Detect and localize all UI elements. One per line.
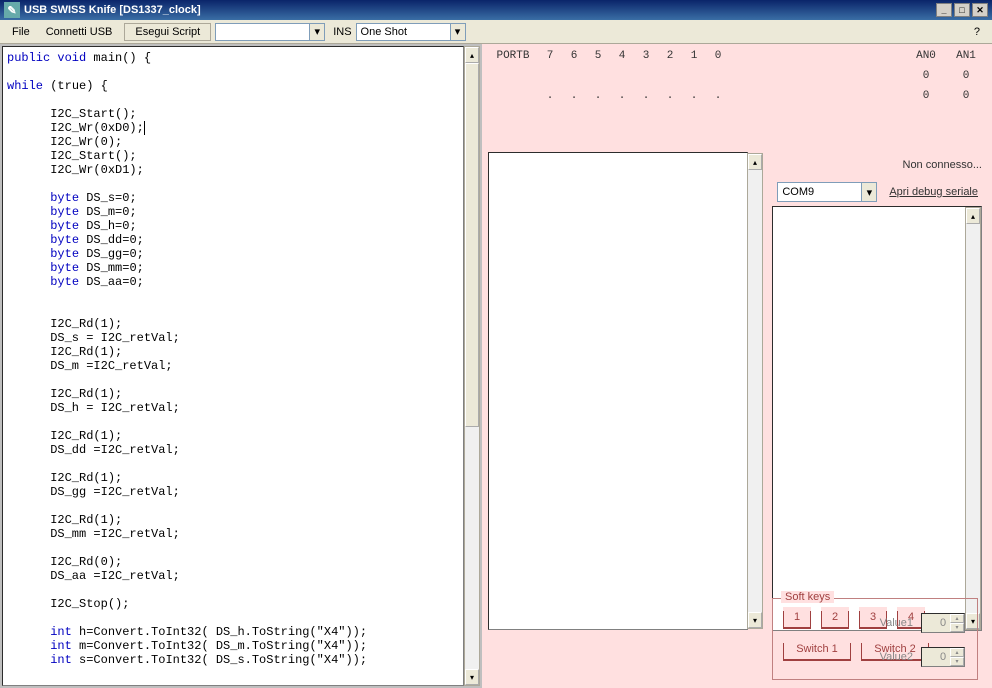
port-value-row-1: 0 0 — [488, 70, 986, 82]
output-scrollbar[interactable]: ▴ ▾ — [747, 153, 763, 629]
value2-row: Value2 0▴▾ — [869, 647, 965, 667]
value1-row: Value1 0▴▾ — [869, 613, 965, 633]
switch-1-button[interactable]: Switch 1 — [783, 639, 851, 661]
value1-spinner[interactable]: 0▴▾ — [921, 613, 965, 633]
chevron-down-icon: ▾ — [450, 24, 465, 40]
minimize-button[interactable]: _ — [936, 3, 952, 17]
scroll-up-button[interactable]: ▴ — [966, 208, 980, 224]
com-port-row: COM9▾ Apri debug seriale — [777, 182, 982, 202]
execute-script-button[interactable]: Esegui Script — [124, 23, 211, 41]
help-menu[interactable]: ? — [966, 24, 988, 40]
serial-textarea[interactable]: ▴ ▾ — [772, 206, 982, 631]
app-icon: ✎ — [4, 2, 20, 18]
spin-down-icon[interactable]: ▾ — [950, 657, 964, 666]
softkey-1-button[interactable]: 1 — [783, 607, 811, 629]
chevron-down-icon: ▾ — [309, 24, 324, 40]
soft-keys-group: Soft keys 1 2 3 4 Switch 1 Switch 2 Valu… — [772, 598, 978, 680]
script-combo[interactable]: ▾ — [215, 23, 325, 41]
editor-scrollbar[interactable]: ▴ ▾ — [464, 46, 480, 686]
editor-pane: public void main() { while (true) { I2C_… — [0, 44, 482, 688]
port-header-row: PORTB 7 6 5 4 3 2 1 0 AN0 AN1 — [488, 50, 986, 62]
output-textarea[interactable]: ▴ ▾ — [488, 152, 748, 630]
spin-up-icon[interactable]: ▴ — [950, 648, 964, 657]
port-value-row-2: . . . . . . . . 0 0 — [488, 90, 986, 102]
mode-combo[interactable]: One Shot▾ — [356, 23, 466, 41]
scroll-down-button[interactable]: ▾ — [465, 669, 479, 685]
softkey-2-button[interactable]: 2 — [821, 607, 849, 629]
maximize-button[interactable]: □ — [954, 3, 970, 17]
chevron-down-icon: ▾ — [861, 183, 876, 201]
scroll-down-button[interactable]: ▾ — [748, 612, 762, 628]
window-title: USB SWISS Knife [DS1337_clock] — [24, 4, 201, 16]
scroll-track[interactable] — [465, 63, 479, 669]
menu-bar: File Connetti USB Esegui Script ▾ INS On… — [0, 20, 992, 44]
content-area: public void main() { while (true) { I2C_… — [0, 44, 992, 688]
soft-keys-legend: Soft keys — [781, 591, 834, 603]
connection-status: Non connesso... — [903, 159, 983, 171]
serial-scrollbar[interactable]: ▴ ▾ — [965, 207, 981, 630]
spin-up-icon[interactable]: ▴ — [950, 614, 964, 623]
scroll-up-button[interactable]: ▴ — [465, 47, 479, 63]
title-bar: ✎ USB SWISS Knife [DS1337_clock] _ □ ✕ — [0, 0, 992, 20]
menu-connect-usb[interactable]: Connetti USB — [38, 24, 121, 40]
value2-label: Value2 — [869, 651, 913, 663]
scroll-up-button[interactable]: ▴ — [748, 154, 762, 170]
value2-spinner[interactable]: 0▴▾ — [921, 647, 965, 667]
open-serial-debug-link[interactable]: Apri debug seriale — [885, 184, 982, 200]
close-button[interactable]: ✕ — [972, 3, 988, 17]
ins-label: INS — [333, 26, 351, 38]
scroll-thumb[interactable] — [465, 63, 479, 427]
code-editor[interactable]: public void main() { while (true) { I2C_… — [2, 46, 464, 686]
spin-down-icon[interactable]: ▾ — [950, 623, 964, 632]
value1-label: Value1 — [869, 617, 913, 629]
hardware-panel: PORTB 7 6 5 4 3 2 1 0 AN0 AN1 0 0 . . . … — [482, 44, 992, 688]
com-port-combo[interactable]: COM9▾ — [777, 182, 877, 202]
menu-file[interactable]: File — [4, 24, 38, 40]
